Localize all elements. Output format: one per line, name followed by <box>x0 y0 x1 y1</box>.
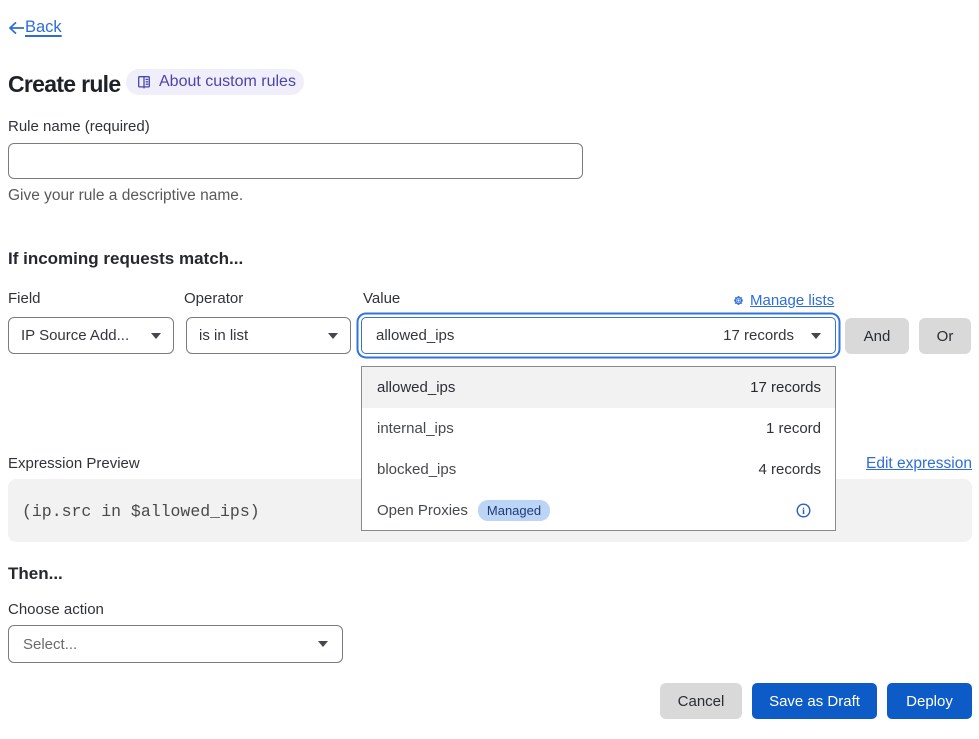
svg-text:i: i <box>802 506 805 517</box>
